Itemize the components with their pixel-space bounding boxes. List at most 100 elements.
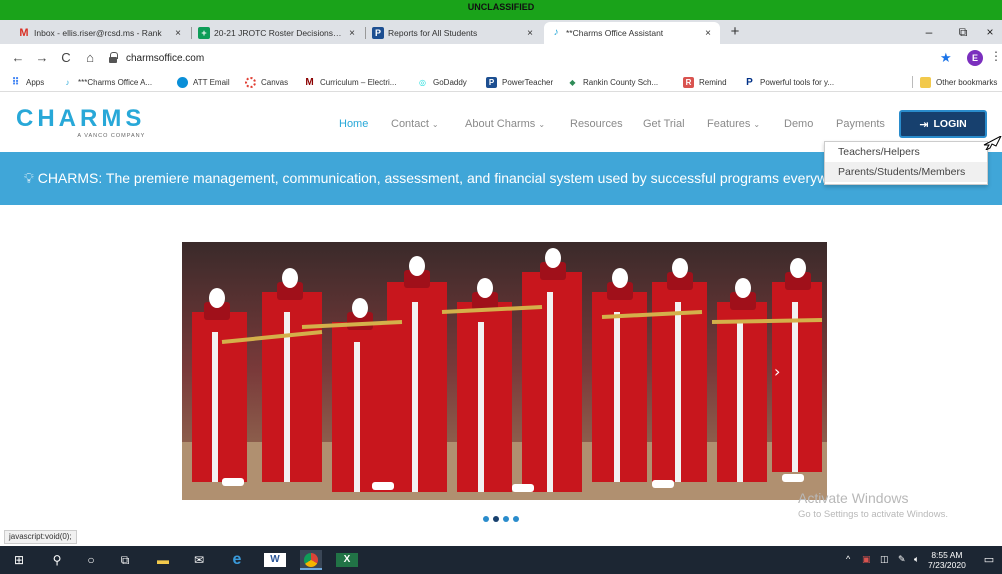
charms-icon: ♪ bbox=[65, 77, 70, 87]
task-view-icon[interactable]: ⧉ bbox=[114, 550, 136, 570]
tab-charms-office-assistant[interactable]: ♪ **Charms Office Assistant × bbox=[544, 22, 720, 44]
nav-home[interactable]: Home bbox=[339, 118, 368, 130]
tray-app-icon[interactable]: ▣ bbox=[862, 554, 871, 565]
bookmark-canvas[interactable]: Canvas bbox=[245, 75, 288, 89]
mail-icon[interactable]: ✉ bbox=[188, 550, 210, 570]
nav-features[interactable]: Features ⌄ bbox=[707, 118, 760, 130]
canvas-icon bbox=[245, 76, 256, 88]
reload-button[interactable]: C bbox=[56, 48, 76, 68]
bookmark-label: Curriculum – Electri... bbox=[320, 77, 397, 87]
address-bar[interactable]: charmsoffice.com bbox=[108, 48, 928, 68]
login-dropdown-menu: Teachers/Helpers Parents/Students/Member… bbox=[824, 141, 988, 185]
lightbulb-icon: 💡︎ bbox=[24, 170, 34, 186]
bookmark-att-email[interactable]: ATT Email bbox=[177, 75, 230, 89]
tab-inbox[interactable]: M Inbox - ellis.riser@rcsd.ms - Rank × bbox=[12, 22, 190, 44]
file-explorer-icon[interactable]: ▬ bbox=[152, 550, 174, 570]
close-icon[interactable]: × bbox=[524, 28, 536, 39]
bookmark-remind[interactable]: R Remind bbox=[683, 75, 727, 89]
pen-icon[interactable]: ✎ bbox=[898, 554, 906, 565]
notifications-icon[interactable]: ▭ bbox=[978, 550, 1000, 570]
nav-label: Home bbox=[339, 118, 369, 130]
window-close-button[interactable]: × bbox=[978, 20, 1002, 44]
nav-about-charms[interactable]: About Charms ⌄ bbox=[465, 118, 545, 130]
nav-label: Payments bbox=[836, 118, 885, 130]
restore-button[interactable]: ⧉ bbox=[946, 20, 980, 44]
carousel-dot-active[interactable] bbox=[493, 516, 499, 522]
volume-icon[interactable]: 🔈︎ bbox=[914, 554, 919, 565]
close-icon[interactable]: × bbox=[346, 28, 358, 39]
cortana-icon[interactable]: ○ bbox=[80, 550, 102, 570]
tab-jrotc-roster[interactable]: + 20-21 JROTC Roster Decisions - G × bbox=[192, 22, 364, 44]
bookmark-curriculum[interactable]: M Curriculum – Electri... bbox=[304, 75, 396, 89]
close-icon[interactable]: × bbox=[172, 28, 184, 39]
bookmarks-bar: ⠿ Apps ♪ ***Charms Office A... ATT Email… bbox=[0, 72, 1002, 92]
chevron-down-icon: ⌄ bbox=[431, 120, 439, 129]
bookmark-charms-office[interactable]: ♪ ***Charms Office A... bbox=[62, 75, 153, 89]
tab-label: **Charms Office Assistant bbox=[566, 28, 664, 38]
word-icon[interactable]: W bbox=[264, 553, 286, 567]
search-icon[interactable]: ⚲ bbox=[46, 550, 68, 570]
lock-icon bbox=[108, 52, 118, 64]
bookmarks-divider bbox=[912, 76, 913, 88]
charms-logo[interactable]: CHARMS A VANCO COMPANY bbox=[16, 105, 146, 140]
link-status-bar: javascript:void(0); bbox=[4, 530, 77, 544]
carousel-photo-marching-band[interactable]: › bbox=[182, 242, 827, 500]
login-button[interactable]: ⇥ LOGIN bbox=[899, 110, 987, 138]
carousel-dot[interactable] bbox=[483, 516, 489, 522]
tray-expand-icon[interactable]: ^ bbox=[846, 554, 850, 564]
carousel-dot[interactable] bbox=[513, 516, 519, 522]
tab-reports[interactable]: P Reports for All Students × bbox=[366, 22, 542, 44]
login-teachers-helpers[interactable]: Teachers/Helpers bbox=[825, 142, 987, 162]
chrome-icon[interactable] bbox=[300, 550, 322, 570]
bookmark-star-icon[interactable]: ★ bbox=[940, 50, 952, 66]
more-menu-icon[interactable]: ⋮ bbox=[990, 49, 1002, 63]
carousel-dot[interactable] bbox=[503, 516, 509, 522]
close-icon[interactable]: × bbox=[702, 28, 714, 39]
clock-date: 7/23/2020 bbox=[928, 560, 966, 570]
bookmark-other[interactable]: Other bookmarks bbox=[920, 75, 997, 89]
nav-demo[interactable]: Demo bbox=[784, 118, 813, 130]
carousel-next-icon[interactable]: › bbox=[774, 362, 780, 381]
excel-icon[interactable]: X bbox=[336, 553, 358, 567]
windows-start-icon[interactable]: ⊞ bbox=[8, 550, 30, 570]
nav-resources[interactable]: Resources bbox=[570, 118, 623, 130]
bookmark-powerful-tools[interactable]: P Powerful tools for y... bbox=[744, 75, 834, 89]
edge-icon[interactable]: e bbox=[226, 550, 248, 570]
m-logo-icon: M bbox=[305, 76, 314, 88]
nav-contact[interactable]: Contact ⌄ bbox=[391, 118, 439, 130]
remind-icon: R bbox=[683, 76, 694, 88]
minimize-button[interactable]: – bbox=[912, 20, 946, 44]
profile-avatar[interactable]: E bbox=[967, 50, 983, 66]
gmail-icon: M bbox=[19, 27, 29, 39]
brand-tagline: A VANCO COMPANY bbox=[77, 133, 146, 139]
clock-time: 8:55 AM bbox=[931, 550, 963, 560]
bookmark-label: Rankin County Sch... bbox=[583, 77, 659, 87]
godaddy-icon: ◎ bbox=[419, 77, 426, 87]
brand-wordmark: CHARMS bbox=[16, 105, 146, 132]
charms-website: CHARMS A VANCO COMPANY Home Contact ⌄ Abo… bbox=[0, 92, 1002, 530]
bookmark-powerteacher[interactable]: P PowerTeacher bbox=[486, 75, 553, 89]
tab-label: Inbox - ellis.riser@rcsd.ms - Rank bbox=[34, 28, 162, 38]
bookmark-godaddy[interactable]: ◎ GoDaddy bbox=[417, 75, 467, 89]
nav-label: About Charms bbox=[465, 118, 536, 130]
tab-label: 20-21 JROTC Roster Decisions - G bbox=[214, 28, 342, 38]
charms-icon: ♪ bbox=[553, 27, 559, 38]
login-parents-students-members[interactable]: Parents/Students/Members bbox=[825, 162, 987, 182]
home-button[interactable]: ⌂ bbox=[80, 48, 100, 68]
nav-payments[interactable]: Payments bbox=[836, 118, 885, 130]
bookmark-rankin-county[interactable]: ◆ Rankin County Sch... bbox=[567, 75, 658, 89]
bookmark-label: PowerTeacher bbox=[502, 77, 554, 87]
back-button[interactable]: ← bbox=[8, 48, 28, 68]
banner-text: CHARMS: The premiere management, communi… bbox=[37, 170, 856, 186]
classification-text: UNCLASSIFIED bbox=[467, 2, 535, 12]
watermark-title: Activate Windows bbox=[798, 490, 909, 506]
att-globe-icon bbox=[177, 76, 188, 88]
network-icon[interactable]: ◫ bbox=[880, 554, 889, 565]
new-tab-button[interactable]: + bbox=[724, 22, 746, 44]
bookmark-label: ***Charms Office A... bbox=[78, 77, 153, 87]
taskbar-clock[interactable]: 8:55 AM 7/23/2020 bbox=[928, 550, 966, 570]
nav-get-trial[interactable]: Get Trial bbox=[643, 118, 685, 130]
forward-button[interactable]: → bbox=[32, 48, 52, 68]
tab-label: Reports for All Students bbox=[388, 28, 478, 38]
bookmark-apps[interactable]: ⠿ Apps bbox=[10, 75, 45, 89]
